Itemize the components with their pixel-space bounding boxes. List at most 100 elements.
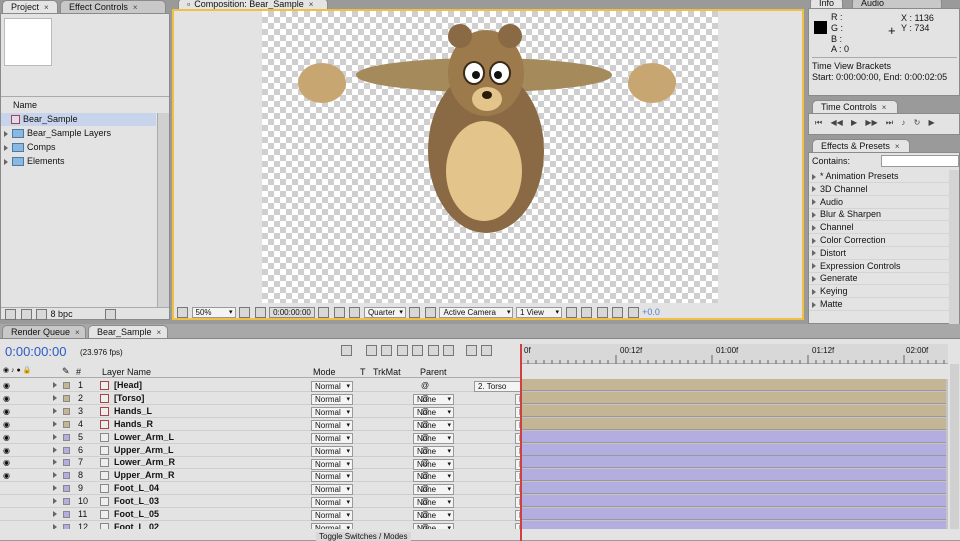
first-frame-icon[interactable]: ⏮ <box>815 118 822 127</box>
label-color-swatch[interactable] <box>63 433 70 441</box>
scrollbar[interactable] <box>949 170 959 324</box>
disclosure-triangle-icon[interactable] <box>53 433 57 440</box>
parent-select[interactable]: None <box>515 497 520 509</box>
new-composition-icon[interactable] <box>36 309 48 321</box>
layer-name[interactable]: Foot_L_02 <box>114 521 159 529</box>
mode-select[interactable]: Normal <box>311 523 353 529</box>
region-of-interest-icon[interactable] <box>409 307 421 319</box>
layer-row[interactable]: 11Foot_L_05NormalNone@None <box>0 508 520 522</box>
disclosure-triangle-icon[interactable] <box>53 407 57 414</box>
scrollbar[interactable] <box>157 113 169 308</box>
list-item[interactable]: Bear_Sample Layers <box>1 127 156 140</box>
layer-row[interactable]: ◉8Upper_Arm_RNormalNone@None <box>0 469 520 483</box>
disclosure-triangle-icon[interactable] <box>53 382 57 388</box>
layer-duration-bar[interactable] <box>522 456 946 469</box>
disclosure-triangle-icon[interactable] <box>53 394 57 401</box>
column-header-num[interactable]: # <box>76 367 81 377</box>
pickwhip-icon[interactable]: @ <box>421 482 429 495</box>
label-color-swatch[interactable] <box>63 472 70 480</box>
grid-icon[interactable] <box>254 307 266 319</box>
always-preview-icon[interactable] <box>177 307 188 319</box>
disclosure-triangle-icon[interactable] <box>4 144 8 151</box>
list-item[interactable]: Comps <box>1 141 156 154</box>
disclosure-triangle-icon[interactable] <box>53 511 57 517</box>
disclosure-triangle-icon[interactable] <box>53 472 57 479</box>
snapshot-icon[interactable] <box>318 307 330 319</box>
disclosure-triangle-icon[interactable] <box>53 420 57 427</box>
tab-project[interactable]: Project × <box>2 0 58 13</box>
eye-icon[interactable]: ◉ <box>3 469 10 482</box>
effects-category-item[interactable]: Generate <box>809 272 949 286</box>
tab-timeline-bear-sample[interactable]: Bear_Sample × <box>88 325 168 338</box>
disclosure-triangle-icon[interactable] <box>53 523 57 529</box>
disclosure-triangle-icon[interactable] <box>53 485 57 492</box>
layer-row[interactable]: 10Foot_L_03NormalNone@None <box>0 495 520 509</box>
trkmat-select[interactable]: None <box>413 432 454 444</box>
layer-duration-bar[interactable] <box>522 404 946 417</box>
safe-zones-icon[interactable] <box>239 307 251 319</box>
disclosure-triangle-icon[interactable] <box>812 199 816 206</box>
disclosure-triangle-icon[interactable] <box>812 212 816 219</box>
trkmat-select[interactable]: None <box>413 406 454 418</box>
last-frame-icon[interactable]: ⏭ <box>886 118 893 127</box>
layer-duration-bar[interactable] <box>522 495 946 508</box>
tab-time-controls[interactable]: Time Controls × <box>812 100 898 113</box>
graph-editor-icon[interactable] <box>465 345 477 357</box>
layer-name[interactable]: Lower_Arm_L <box>114 431 174 444</box>
parent-select[interactable]: None <box>515 406 520 418</box>
eye-icon[interactable]: ◉ <box>3 431 10 444</box>
disclosure-triangle-icon[interactable] <box>4 130 8 137</box>
next-frame-icon[interactable]: ▶▶ <box>865 118 877 127</box>
channel-icon[interactable] <box>349 307 361 319</box>
effects-category-item[interactable]: Audio <box>809 196 949 209</box>
exposure-value[interactable]: +0.0 <box>642 307 660 317</box>
parent-select[interactable]: None <box>515 471 520 483</box>
mode-select[interactable]: Normal <box>311 471 353 483</box>
bpc-label[interactable]: 8 bpc <box>51 309 73 319</box>
label-color-swatch[interactable] <box>63 459 70 467</box>
trkmat-select[interactable]: None <box>413 394 454 406</box>
column-header-parent[interactable]: Parent <box>420 367 447 377</box>
parent-select[interactable]: None <box>515 445 520 457</box>
timeline-scrollbar[interactable] <box>950 364 959 529</box>
tab-render-queue[interactable]: Render Queue × <box>2 325 86 338</box>
pickwhip-icon[interactable]: @ <box>421 379 429 392</box>
trkmat-select[interactable]: None <box>413 523 454 529</box>
layer-duration-bar[interactable] <box>522 520 946 529</box>
effects-category-item[interactable]: Channel <box>809 221 949 235</box>
layer-name[interactable]: Foot_L_05 <box>114 508 159 521</box>
comp-viewer[interactable] <box>262 11 718 303</box>
disclosure-triangle-icon[interactable] <box>53 459 57 466</box>
time-ruler[interactable]: 0f 00:12f 01:00f 01:12f 02:00f <box>520 344 948 364</box>
resolution-select[interactable]: Quarter <box>363 307 406 319</box>
camera-select[interactable]: Active Camera <box>439 307 514 319</box>
effects-search-input[interactable] <box>881 155 959 167</box>
mode-select[interactable]: Normal <box>311 445 353 457</box>
frame-blending-icon[interactable] <box>412 345 424 357</box>
mode-select[interactable]: Normal <box>311 458 353 470</box>
effects-category-item[interactable]: Matte <box>809 298 949 311</box>
parent-select[interactable]: None <box>515 510 520 522</box>
parent-select[interactable]: None <box>515 458 520 470</box>
layer-duration-bar[interactable] <box>522 443 946 456</box>
trkmat-select[interactable]: None <box>413 458 454 470</box>
new-folder-icon[interactable] <box>20 309 32 321</box>
label-color-swatch[interactable] <box>63 511 70 518</box>
disclosure-triangle-icon[interactable] <box>812 186 816 193</box>
disclosure-triangle-icon[interactable] <box>812 224 816 231</box>
previous-frame-icon[interactable]: ◀◀ <box>830 118 842 127</box>
layer-name[interactable]: Upper_Arm_L <box>114 444 174 457</box>
pickwhip-icon[interactable]: @ <box>421 456 429 469</box>
layer-name[interactable]: Foot_L_03 <box>114 495 159 508</box>
live-update-icon[interactable] <box>365 345 377 357</box>
layer-duration-bar[interactable] <box>522 508 946 520</box>
label-color-swatch[interactable] <box>63 498 70 506</box>
draft-3d-icon[interactable] <box>381 345 393 357</box>
eye-icon[interactable]: ◉ <box>3 405 10 418</box>
mode-select[interactable]: Normal <box>311 419 353 431</box>
effects-category-item[interactable]: Blur & Sharpen <box>809 208 949 222</box>
eye-icon[interactable]: ◉ <box>3 444 10 457</box>
layer-row[interactable]: ◉4Hands_RNormalNone@None <box>0 418 520 431</box>
list-item[interactable]: Elements <box>1 155 156 168</box>
close-icon[interactable]: × <box>157 328 162 337</box>
